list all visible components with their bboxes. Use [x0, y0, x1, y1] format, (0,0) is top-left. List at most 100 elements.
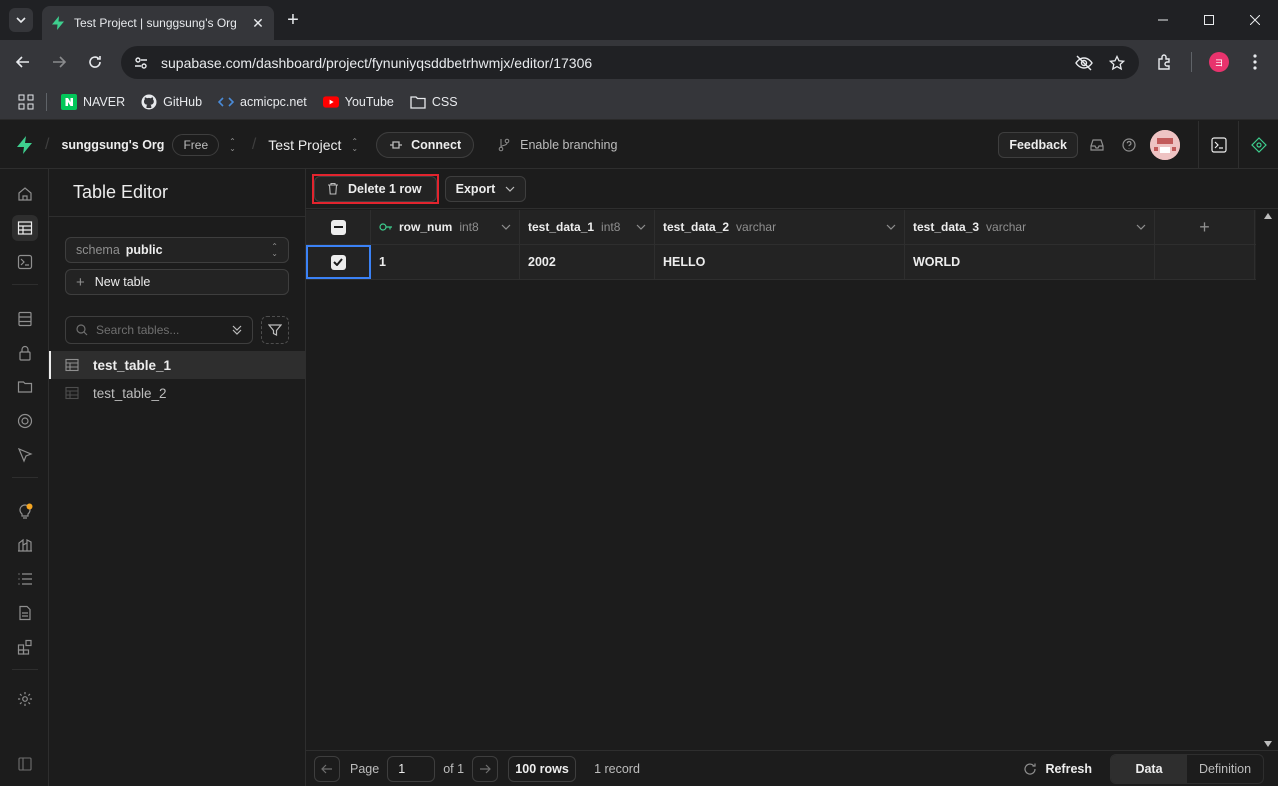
- nav-integrations[interactable]: [12, 634, 38, 660]
- reload-button[interactable]: [83, 50, 107, 74]
- rows-per-page-button[interactable]: 100 rows: [508, 755, 577, 782]
- cell-test-data-3[interactable]: WORLD: [905, 245, 1155, 279]
- table-name: test_table_1: [93, 357, 172, 373]
- home-icon: [18, 187, 32, 201]
- add-column-button[interactable]: +: [1155, 210, 1255, 244]
- row-checkbox[interactable]: [330, 254, 346, 270]
- naver-icon: [61, 93, 77, 110]
- page-input[interactable]: 1: [387, 755, 436, 782]
- nav-table-editor[interactable]: [12, 215, 38, 241]
- sidebar-table-test-table-1[interactable]: test_table_1: [49, 351, 305, 379]
- nav-logs[interactable]: [12, 566, 38, 592]
- project-name[interactable]: Test Project: [268, 137, 341, 153]
- close-window-button[interactable]: [1232, 0, 1278, 40]
- address-bar[interactable]: supabase.com/dashboard/project/fynuniyqs…: [121, 46, 1139, 79]
- org-switcher-chevron-icon[interactable]: ⌃ ⌄: [229, 137, 236, 152]
- feedback-button[interactable]: Feedback: [998, 132, 1078, 158]
- nav-realtime[interactable]: [12, 442, 38, 468]
- inbox-icon[interactable]: [1090, 138, 1104, 152]
- connect-button[interactable]: Connect: [376, 131, 475, 158]
- folder-icon: [410, 94, 426, 110]
- search-tables-input[interactable]: Search tables...: [65, 316, 253, 344]
- close-tab-icon[interactable]: ✕: [250, 15, 266, 31]
- arrow-left-icon: [15, 56, 29, 68]
- row-checkbox-cell[interactable]: [306, 245, 371, 279]
- column-type: varchar: [986, 220, 1027, 234]
- column-name: row_num: [399, 220, 453, 234]
- nav-storage[interactable]: [12, 374, 38, 400]
- export-button[interactable]: Export: [444, 175, 527, 202]
- new-tab-button[interactable]: +: [283, 9, 303, 31]
- chevron-down-icon[interactable]: [1136, 223, 1146, 231]
- apps-button[interactable]: [18, 94, 34, 110]
- project-switcher-chevron-icon[interactable]: ⌃ ⌄: [351, 137, 358, 152]
- puzzle-icon: [1158, 54, 1170, 70]
- back-button[interactable]: [11, 50, 35, 74]
- next-page-button[interactable]: [472, 755, 499, 782]
- chevrons-down-icon[interactable]: [232, 324, 242, 336]
- nav-home[interactable]: [12, 181, 38, 207]
- column-header-row-num[interactable]: row_num int8: [371, 210, 520, 244]
- select-all-checkbox-cell[interactable]: [306, 210, 371, 244]
- vertical-scrollbar[interactable]: [1258, 210, 1278, 750]
- nav-collapse[interactable]: [12, 751, 38, 777]
- minimize-button[interactable]: [1140, 0, 1186, 40]
- user-avatar[interactable]: [1150, 130, 1180, 160]
- nav-authentication[interactable]: [12, 340, 38, 366]
- supabase-logo[interactable]: [0, 135, 49, 155]
- toolbar-divider: [1191, 52, 1192, 72]
- sidebar-table-test-table-2[interactable]: test_table_2: [49, 379, 305, 407]
- delete-rows-button[interactable]: Delete 1 row: [312, 173, 439, 204]
- column-header-test-data-1[interactable]: test_data_1 int8: [520, 210, 655, 244]
- refresh-button[interactable]: Refresh: [1023, 762, 1092, 776]
- nav-edge-functions[interactable]: [12, 408, 38, 434]
- schema-selector[interactable]: schema public ⌃ ⌄: [65, 237, 289, 263]
- maximize-icon: [1204, 15, 1214, 25]
- nav-reports[interactable]: [12, 532, 38, 558]
- nav-api-docs[interactable]: [12, 600, 38, 626]
- prev-page-button[interactable]: [314, 755, 340, 782]
- org-name[interactable]: sunggsung's Org: [61, 138, 164, 152]
- eye-off-icon[interactable]: [1075, 55, 1093, 71]
- nav-database[interactable]: [12, 306, 38, 332]
- forward-button[interactable]: [47, 50, 71, 74]
- maximize-button[interactable]: [1186, 0, 1232, 40]
- bookmark-acmicpc[interactable]: acmicpc.net: [218, 94, 307, 110]
- connect-label: Connect: [411, 137, 462, 152]
- bookmark-github[interactable]: GitHub: [141, 94, 202, 110]
- close-icon: [1250, 15, 1260, 25]
- cell-row-num[interactable]: 1: [371, 245, 520, 279]
- cell-test-data-1[interactable]: 2002: [520, 245, 655, 279]
- nav-advisors[interactable]: [12, 498, 38, 524]
- tab-list-button[interactable]: [9, 8, 33, 32]
- nav-settings[interactable]: [12, 686, 38, 712]
- star-icon[interactable]: [1109, 54, 1125, 71]
- extensions-button[interactable]: [1153, 50, 1177, 74]
- url-text[interactable]: supabase.com/dashboard/project/fynuniyqs…: [161, 55, 1075, 71]
- cell-test-data-2[interactable]: HELLO: [655, 245, 905, 279]
- browser-menu-button[interactable]: [1243, 50, 1267, 74]
- nav-sql-editor[interactable]: [12, 249, 38, 275]
- chevron-down-icon[interactable]: [501, 223, 511, 231]
- column-header-test-data-3[interactable]: test_data_3 varchar: [905, 210, 1155, 244]
- profile-button[interactable]: ヨ: [1207, 50, 1231, 74]
- bookmark-youtube[interactable]: YouTube: [322, 94, 394, 110]
- bookmark-naver[interactable]: NAVER: [61, 93, 125, 110]
- select-all-checkbox[interactable]: [330, 219, 346, 235]
- new-table-button[interactable]: + New table: [65, 269, 289, 295]
- tab-data[interactable]: Data: [1111, 754, 1187, 783]
- assistant-button[interactable]: [1238, 121, 1278, 169]
- sql-terminal-button[interactable]: [1198, 121, 1238, 169]
- enable-branching-button[interactable]: Enable branching: [498, 138, 617, 152]
- tab-definition[interactable]: Definition: [1187, 755, 1263, 783]
- filter-button[interactable]: [261, 316, 289, 344]
- column-header-test-data-2[interactable]: test_data_2 varchar: [655, 210, 905, 244]
- branching-label: Enable branching: [520, 137, 618, 152]
- code-icon: [218, 94, 235, 110]
- help-icon[interactable]: [1122, 138, 1136, 152]
- bookmark-css-folder[interactable]: CSS: [410, 94, 458, 110]
- chevron-down-icon[interactable]: [886, 223, 896, 231]
- chevron-down-icon[interactable]: [636, 223, 646, 231]
- browser-tab[interactable]: Test Project | sunggsung's Org ✕: [42, 6, 274, 40]
- site-settings-icon[interactable]: [133, 55, 149, 71]
